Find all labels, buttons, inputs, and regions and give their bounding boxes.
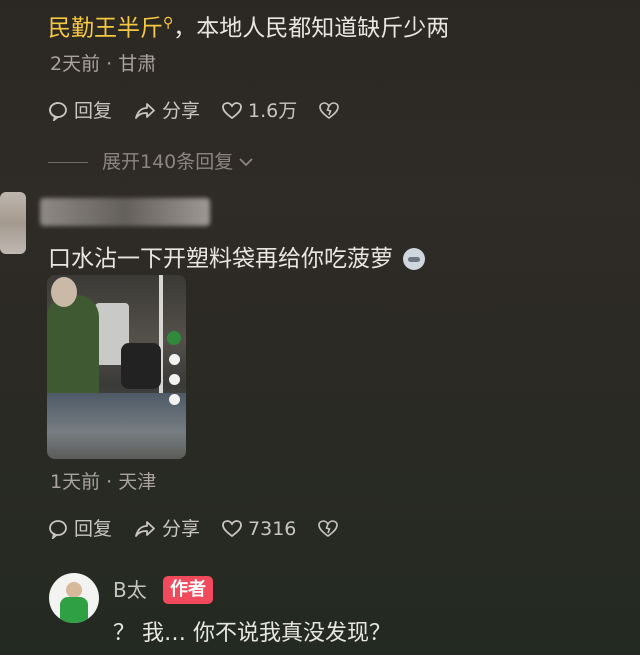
- username-blurred: [40, 198, 210, 226]
- like-button[interactable]: 7316: [222, 515, 296, 543]
- heart-icon: [222, 102, 242, 120]
- avatar-head: [66, 582, 82, 598]
- emoji-icon: [403, 248, 425, 270]
- avatar-icon: [167, 331, 181, 345]
- star-icon: [168, 394, 180, 405]
- reply-button[interactable]: 回复: [48, 515, 112, 543]
- like-button[interactable]: 1.6万: [222, 97, 297, 125]
- share-label: 分享: [162, 100, 201, 122]
- dislike-button[interactable]: [318, 520, 344, 538]
- chevron-down-icon: [239, 158, 253, 167]
- search-icon: ⚲: [163, 15, 174, 31]
- avatar-figure: [60, 597, 88, 623]
- share-label: 分享: [162, 518, 201, 540]
- share-icon: [135, 521, 155, 537]
- comment-actions: 回复 分享 1.6万: [48, 97, 367, 125]
- comment-meta: 2天前 · 甘肃: [50, 53, 157, 75]
- comment-meta: 1天前 · 天津: [50, 471, 157, 493]
- avatar[interactable]: [49, 573, 99, 623]
- reply-username[interactable]: B太: [113, 576, 147, 604]
- like-count: 1.6万: [248, 100, 298, 122]
- thumb-seat: [121, 343, 161, 389]
- expand-replies-label: 展开140条回复: [102, 151, 234, 173]
- comment-text: 民勤王半斤⚲，本地人民都知道缺斤少两: [48, 6, 449, 46]
- thumb-person: [47, 295, 99, 405]
- dislike-heart-icon: [319, 102, 340, 119]
- comment-icon: [168, 374, 180, 385]
- author-badge: 作者: [163, 576, 213, 604]
- reply-button[interactable]: 回复: [48, 97, 112, 125]
- expand-replies[interactable]: 展开140条回复: [48, 148, 255, 176]
- comment-actions: 回复 分享 7316: [48, 515, 366, 543]
- reply-label: 回复: [74, 518, 113, 540]
- share-button[interactable]: 分享: [134, 515, 200, 543]
- reply-label: 回复: [74, 100, 113, 122]
- heart-icon: [168, 354, 180, 365]
- dislike-button[interactable]: [319, 102, 345, 120]
- mention-link[interactable]: 民勤王半斤: [48, 16, 163, 42]
- reply-text: ？ 我… 你不说我真没发现？: [113, 621, 391, 646]
- heart-icon: [222, 520, 242, 538]
- comment-icon: [49, 520, 67, 539]
- comment-icon: [49, 102, 67, 121]
- video-thumbnail[interactable]: [47, 275, 186, 459]
- thumb-ground: [47, 393, 186, 459]
- comment-body: ，本地人民都知道缺斤少两: [173, 15, 450, 42]
- divider: [48, 161, 88, 163]
- thumb-head: [51, 277, 77, 307]
- comment-text: 口水沾一下开塑料袋再给你吃菠萝: [48, 242, 425, 276]
- like-count: 7316: [248, 518, 297, 540]
- share-button[interactable]: 分享: [134, 97, 200, 125]
- dislike-heart-icon: [318, 520, 339, 537]
- thumb-side-icons: [167, 331, 181, 414]
- share-icon: [135, 103, 155, 119]
- comment-body: 口水沾一下开塑料袋再给你吃菠萝: [48, 246, 393, 272]
- avatar-blurred[interactable]: [0, 192, 26, 254]
